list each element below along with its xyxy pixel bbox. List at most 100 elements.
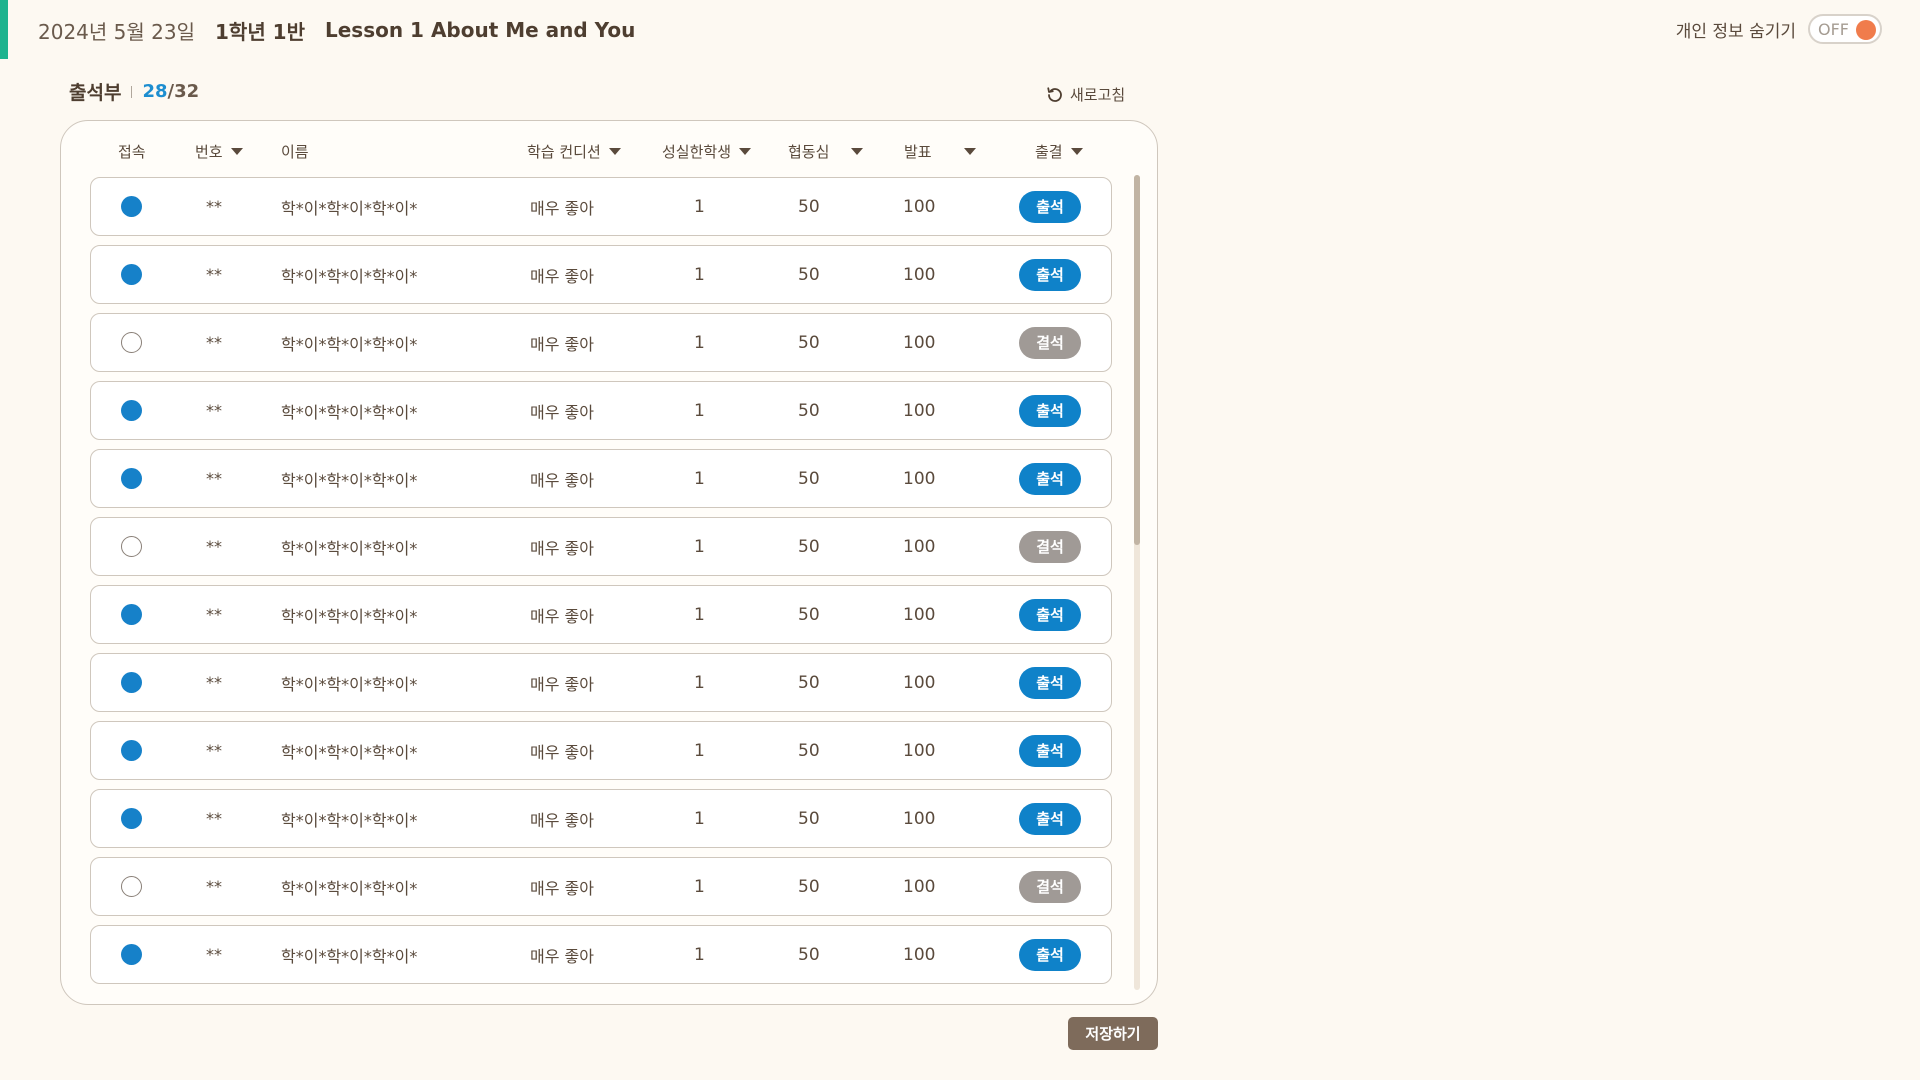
student-name: 학*이*학*이*학*이* [281,470,418,490]
column-label: 접속 [118,143,146,161]
learning-condition: 매우 좋아 [530,334,594,354]
student-number: ** [206,265,222,284]
attendance-status-button[interactable]: 출석 [1019,802,1081,835]
cooperation-score: 50 [798,536,820,557]
learning-condition: 매우 좋아 [530,946,594,966]
column-header-number[interactable]: 번호 [195,141,243,162]
attendance-status-button[interactable]: 결석 [1019,326,1081,359]
diligent-score: 1 [694,196,705,217]
student-number: ** [206,877,222,896]
attendance-table-panel: 접속 번호 이름 학습 컨디션 성실한학생 협동심 발표 출결 ** 학*이*학… [60,120,1158,1005]
learning-condition: 매우 좋아 [530,538,594,558]
diligent-score: 1 [694,740,705,761]
cooperation-score: 50 [798,468,820,489]
attendance-status-button[interactable]: 출석 [1019,938,1081,971]
online-dot-icon [121,264,142,285]
column-header-cooperation[interactable]: 협동심 [788,141,864,162]
toggle-state-text: OFF [1818,19,1849,39]
save-button[interactable]: 저장하기 [1068,1017,1158,1050]
cooperation-score: 50 [798,196,820,217]
column-header-online: 접속 [118,141,146,162]
attendance-cell: 출석 [1019,722,1081,779]
column-label: 출결 [1035,143,1063,161]
attendance-cell: 출석 [1019,178,1081,235]
refresh-icon [1047,86,1062,102]
offline-dot-icon [121,332,142,353]
privacy-toggle[interactable]: OFF [1808,14,1882,44]
student-name: 학*이*학*이*학*이* [281,266,418,286]
table-row[interactable]: ** 학*이*학*이*학*이* 매우 좋아 1 50 100 출석 [90,925,1112,984]
sort-caret-icon [851,148,864,155]
attendance-heading: 출석부 28 / 32 [69,78,199,105]
heading-divider [131,85,133,98]
online-cell [121,518,142,575]
refresh-label: 새로고침 [1070,86,1126,104]
scrollbar-thumb[interactable] [1134,175,1140,545]
attendance-status-button[interactable]: 출석 [1019,394,1081,427]
sort-caret-icon [739,148,752,155]
learning-condition: 매우 좋아 [530,878,594,898]
class-name: 1학년 1반 [215,19,305,44]
student-name: 학*이*학*이*학*이* [281,878,418,898]
refresh-button[interactable]: 새로고침 [1046,84,1125,105]
table-row[interactable]: ** 학*이*학*이*학*이* 매우 좋아 1 50 100 출석 [90,245,1112,304]
table-row[interactable]: ** 학*이*학*이*학*이* 매우 좋아 1 50 100 출석 [90,585,1112,644]
student-number: ** [206,469,222,488]
presentation-score: 100 [903,604,936,625]
learning-condition: 매우 좋아 [530,470,594,490]
online-cell [121,722,142,779]
diligent-score: 1 [694,672,705,693]
table-row[interactable]: ** 학*이*학*이*학*이* 매우 좋아 1 50 100 출석 [90,177,1112,236]
table-row[interactable]: ** 학*이*학*이*학*이* 매우 좋아 1 50 100 결석 [90,857,1112,916]
attendance-status-button[interactable]: 출석 [1019,462,1081,495]
attendance-cell: 출석 [1019,586,1081,643]
attendance-status-button[interactable]: 출석 [1019,258,1081,291]
learning-condition: 매우 좋아 [530,674,594,694]
attendance-status-button[interactable]: 결석 [1019,870,1081,903]
table-row[interactable]: ** 학*이*학*이*학*이* 매우 좋아 1 50 100 출석 [90,449,1112,508]
student-number: ** [206,537,222,556]
toggle-knob [1856,20,1876,40]
attendance-status-button[interactable]: 출석 [1019,666,1081,699]
student-name: 학*이*학*이*학*이* [281,810,418,830]
table-row[interactable]: ** 학*이*학*이*학*이* 매우 좋아 1 50 100 출석 [90,653,1112,712]
attendance-status-button[interactable]: 결석 [1019,530,1081,563]
student-name: 학*이*학*이*학*이* [281,538,418,558]
header-accent-bar [0,0,8,59]
presentation-score: 100 [903,876,936,897]
table-row[interactable]: ** 학*이*학*이*학*이* 매우 좋아 1 50 100 결석 [90,313,1112,372]
student-number: ** [206,605,222,624]
offline-dot-icon [121,536,142,557]
learning-condition: 매우 좋아 [530,402,594,422]
student-name: 학*이*학*이*학*이* [281,402,418,422]
online-cell [121,926,142,983]
student-name: 학*이*학*이*학*이* [281,674,418,694]
column-header-attendance[interactable]: 출결 [1035,141,1083,162]
student-name: 학*이*학*이*학*이* [281,606,418,626]
column-header-presentation[interactable]: 발표 [904,141,976,162]
attendance-count-slash: / [167,81,175,102]
attendance-status-button[interactable]: 출석 [1019,190,1081,223]
privacy-label: 개인 정보 숨기기 [1675,21,1796,42]
table-row[interactable]: ** 학*이*학*이*학*이* 매우 좋아 1 50 100 결석 [90,517,1112,576]
column-header-condition[interactable]: 학습 컨디션 [527,141,621,162]
attendance-cell: 결석 [1019,314,1081,371]
attendance-status-button[interactable]: 출석 [1019,734,1081,767]
online-cell [121,178,142,235]
attendance-cell: 출석 [1019,382,1081,439]
column-header-diligent[interactable]: 성실한학생 [662,141,752,162]
column-label: 학습 컨디션 [527,143,601,161]
table-scrollbar[interactable] [1134,175,1140,990]
learning-condition: 매우 좋아 [530,198,594,218]
student-number: ** [206,197,222,216]
cooperation-score: 50 [798,332,820,353]
learning-condition: 매우 좋아 [530,266,594,286]
attendance-status-button[interactable]: 출석 [1019,598,1081,631]
table-row[interactable]: ** 학*이*학*이*학*이* 매우 좋아 1 50 100 출석 [90,721,1112,780]
table-row[interactable]: ** 학*이*학*이*학*이* 매우 좋아 1 50 100 출석 [90,789,1112,848]
student-number: ** [206,741,222,760]
online-cell [121,858,142,915]
cooperation-score: 50 [798,672,820,693]
diligent-score: 1 [694,332,705,353]
table-row[interactable]: ** 학*이*학*이*학*이* 매우 좋아 1 50 100 출석 [90,381,1112,440]
